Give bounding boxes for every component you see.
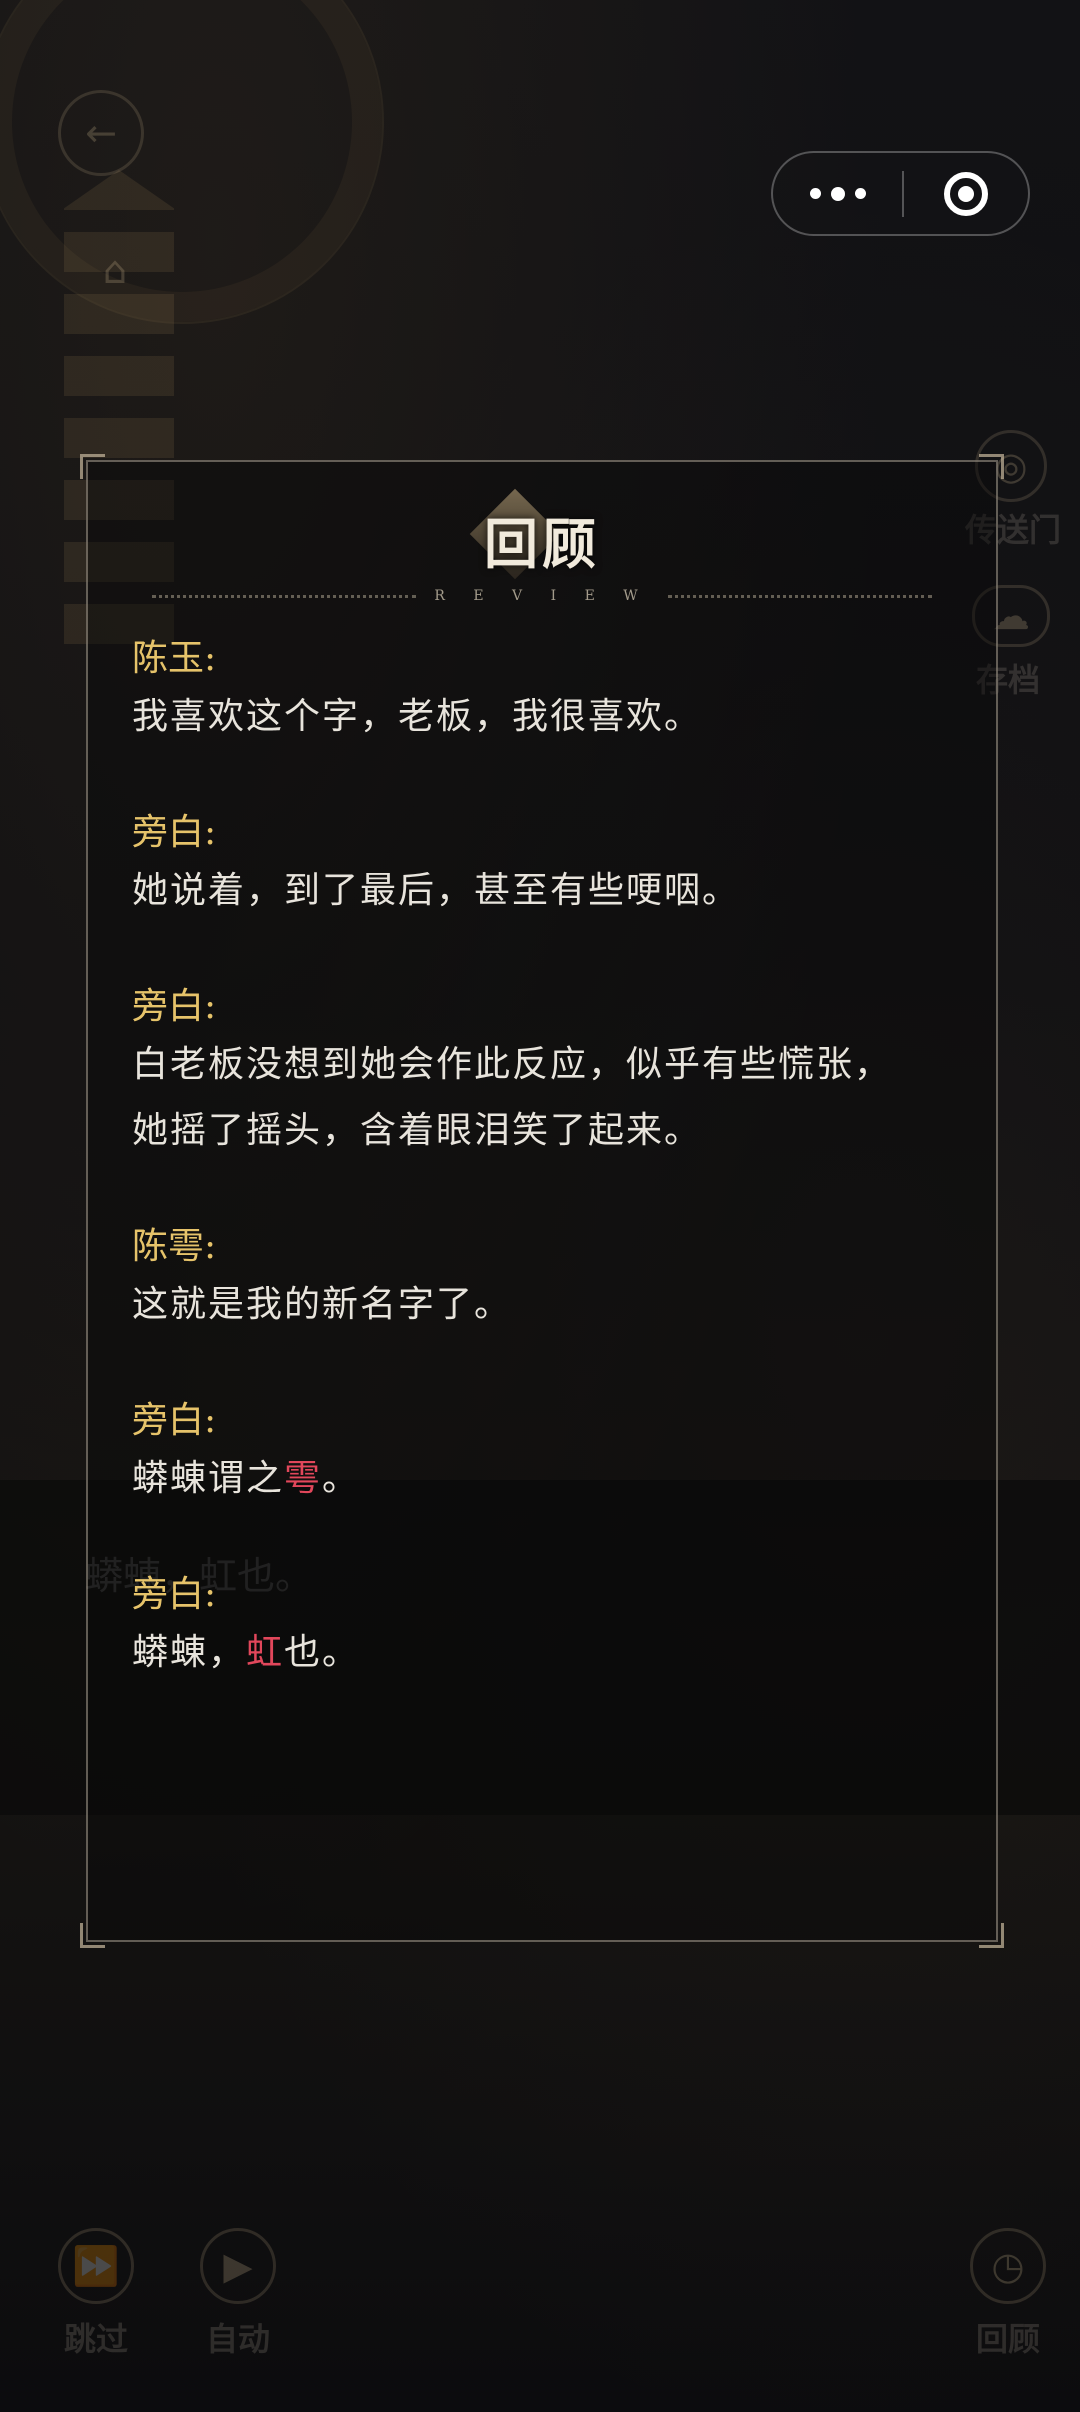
speaker-name: 旁白:	[132, 812, 217, 853]
log-entry: 陈玉: 我喜欢这个字，老板，我很喜欢。	[132, 634, 956, 750]
dialogue-line: 蟒蝀谓之雩。	[132, 1446, 956, 1512]
line-text: 蟒蝀谓之	[132, 1458, 285, 1499]
line-text: 。	[322, 1458, 361, 1499]
speaker-name: 旁白:	[132, 1574, 217, 1615]
panel-corner	[979, 454, 1004, 479]
miniprogram-capsule	[771, 151, 1030, 236]
log-entry: 旁白: 蟒蝀，虹也。	[132, 1570, 956, 1686]
log-entry: 旁白: 白老板没想到她会作此反应，似乎有些慌张， 她摇了摇头，含着眼泪笑了起来。	[132, 982, 956, 1164]
highlighted-word: 虹	[246, 1632, 285, 1673]
review-panel[interactable]: 回顾 R E V I E W 陈玉: 我喜欢这个字，老板，我很喜欢。 旁白: 她…	[80, 454, 1004, 1948]
target-close-icon	[944, 171, 988, 216]
review-label: 回顾	[975, 2320, 1040, 2358]
play-icon: ▶	[200, 2228, 276, 2304]
panel-header: 回顾 R E V I E W	[88, 488, 996, 604]
panel-title: 回顾	[484, 512, 600, 576]
dialogue-line: 白老板没想到她会作此反应，似乎有些慌张，	[132, 1044, 893, 1085]
skip-button[interactable]: ⏩ 跳过	[56, 2228, 136, 2360]
log-entry: 旁白: 蟒蝀谓之雩。	[132, 1396, 956, 1512]
clock-icon: ◷	[970, 2228, 1046, 2304]
dotted-divider	[152, 594, 417, 598]
dialogue-line: 她摇了摇头，含着眼泪笑了起来。	[132, 1110, 703, 1151]
home-icon[interactable]: ⌂	[80, 235, 150, 305]
subtitle-row: R E V I E W	[152, 586, 933, 606]
auto-button[interactable]: ▶ 自动	[198, 2228, 278, 2360]
speaker-name: 旁白:	[132, 1400, 217, 1441]
speaker-name: 陈雩:	[132, 1226, 217, 1267]
auto-label: 自动	[205, 2320, 270, 2358]
log-entry: 旁白: 她说着，到了最后，甚至有些哽咽。	[132, 808, 956, 924]
dialogue-line: 她说着，到了最后，甚至有些哽咽。	[132, 870, 741, 911]
skip-icon: ⏩	[58, 2228, 134, 2304]
panel-corner	[979, 1923, 1004, 1948]
more-dots-icon[interactable]	[773, 153, 902, 234]
back-icon[interactable]: ←	[58, 90, 144, 176]
close-button[interactable]	[904, 153, 1028, 234]
review-log[interactable]: 陈玉: 我喜欢这个字，老板，我很喜欢。 旁白: 她说着，到了最后，甚至有些哽咽。…	[132, 634, 956, 1744]
review-button[interactable]: ◷ 回顾	[968, 2228, 1048, 2360]
dotted-divider	[667, 594, 933, 598]
highlighted-word: 雩	[284, 1458, 323, 1499]
dialogue-line: 我喜欢这个字，老板，我很喜欢。	[132, 696, 703, 737]
panel-subtitle: R E V I E W	[434, 588, 650, 604]
speaker-name: 陈玉:	[132, 638, 217, 679]
line-text: 也。	[284, 1632, 361, 1673]
log-entry: 陈雩: 这就是我的新名字了。	[132, 1222, 956, 1338]
dialogue-line: 这就是我的新名字了。	[132, 1284, 513, 1325]
line-text: 蟒蝀，	[132, 1632, 247, 1673]
panel-corner	[80, 1923, 105, 1948]
speaker-name: 旁白:	[132, 986, 217, 1027]
skip-label: 跳过	[63, 2320, 128, 2358]
panel-corner	[80, 454, 105, 479]
dialogue-line: 蟒蝀，虹也。	[132, 1620, 956, 1686]
